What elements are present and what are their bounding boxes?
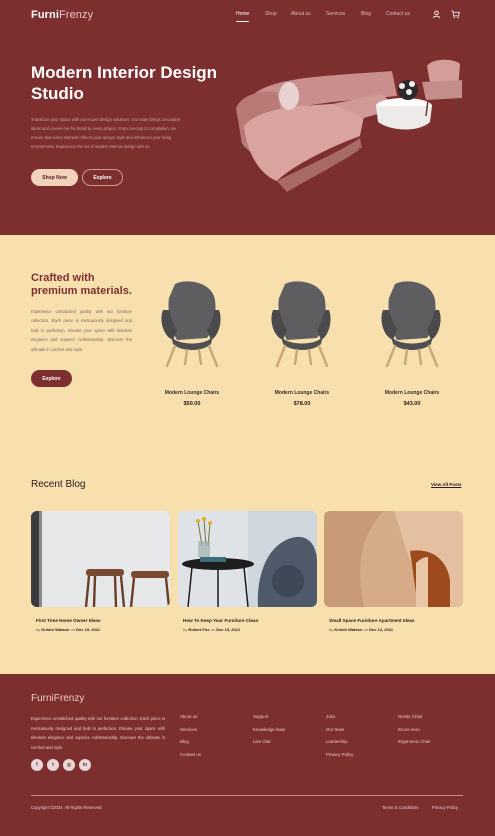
product-card[interactable]: Modern Lounge Chairs $78.00 bbox=[252, 280, 352, 407]
footer-link[interactable]: Leadership bbox=[326, 739, 353, 752]
footer: FurniFrenzy Experience unmatched quality… bbox=[0, 674, 495, 836]
footer-link[interactable]: Support bbox=[253, 714, 285, 727]
blog-post-title: Small Space Furniture Apartment Ideas bbox=[329, 618, 415, 623]
blog-post-title: How To Keep Your Furniture Clean bbox=[183, 618, 259, 623]
hero-description: Transform your space with our expert des… bbox=[31, 117, 181, 149]
products-explore-button[interactable]: Explore bbox=[31, 370, 72, 387]
products-heading: Crafted with premium materials. bbox=[31, 272, 132, 297]
twitter-icon[interactable]: t bbox=[47, 759, 59, 771]
view-all-posts-link[interactable]: View All Posts bbox=[431, 482, 462, 487]
blog-post-meta: by Kristin Watson on Dec 19, 2021 bbox=[36, 627, 101, 632]
product-card[interactable]: Modern Lounge Chairs $50.00 bbox=[142, 280, 242, 407]
footer-divider bbox=[31, 795, 463, 796]
product-card[interactable]: Modern Lounge Chairs $43.00 bbox=[362, 280, 462, 407]
footer-link[interactable]: Blog bbox=[180, 739, 201, 752]
product-name: Modern Lounge Chairs bbox=[384, 390, 440, 396]
footer-logo[interactable]: FurniFrenzy bbox=[31, 693, 84, 704]
cart-icon[interactable] bbox=[451, 10, 460, 19]
copyright-text: Copyright ©2024. All Rights Reserved. bbox=[31, 805, 103, 810]
product-price: $50.00 bbox=[183, 401, 201, 407]
footer-link[interactable]: Our team bbox=[326, 727, 353, 740]
products-section: Crafted with premium materials. Experien… bbox=[0, 235, 495, 674]
blog-post-title: First Time Home Owner Ideas bbox=[36, 618, 101, 623]
footer-links-col-3: Jobs Our team Leadership Privacy Policy bbox=[326, 714, 353, 764]
product-name: Modern Lounge Chairs bbox=[274, 390, 330, 396]
footer-link[interactable]: About us bbox=[180, 714, 201, 727]
nav-services[interactable]: Services bbox=[326, 11, 345, 17]
footer-description: Experience unmatched quality with our fu… bbox=[31, 716, 165, 750]
blog-post-image bbox=[31, 511, 171, 608]
footer-link[interactable]: Live chat bbox=[253, 739, 285, 752]
footer-link[interactable]: Nordic Chair bbox=[398, 714, 431, 727]
nav-active-underline bbox=[236, 21, 249, 22]
logo[interactable]: FurniFrenzy bbox=[31, 9, 93, 21]
footer-link[interactable]: Ergonomic Chair bbox=[398, 739, 431, 752]
blog-post-card[interactable]: How To Keep Your Furniture Clean by Robe… bbox=[178, 511, 317, 632]
nav-blog[interactable]: Blog bbox=[361, 11, 371, 17]
footer-link[interactable]: Services bbox=[180, 727, 201, 740]
product-price: $78.00 bbox=[293, 401, 311, 407]
nav-about[interactable]: About us bbox=[291, 11, 311, 17]
blog-post-card[interactable]: Small Space Furniture Apartment Ideas by… bbox=[324, 511, 463, 632]
privacy-link[interactable]: Privacy Policy bbox=[432, 805, 458, 810]
linkedin-icon[interactable]: in bbox=[79, 759, 91, 771]
lounge-chair-image bbox=[271, 281, 331, 368]
blog-heading: Recent Blog bbox=[31, 479, 86, 490]
footer-link[interactable]: Kruzo Aero bbox=[398, 727, 431, 740]
footer-links-col-4: Nordic Chair Kruzo Aero Ergonomic Chair bbox=[398, 714, 431, 752]
user-icon[interactable] bbox=[432, 10, 441, 19]
facebook-icon[interactable]: f bbox=[31, 759, 43, 771]
products-description: Experience unmatched quality with our fu… bbox=[31, 309, 132, 352]
blog-post-card[interactable]: First Time Home Owner Ideas by Kristin W… bbox=[31, 511, 171, 632]
hero-section: FurniFrenzy Home Shop About us Services … bbox=[0, 0, 495, 235]
instagram-icon[interactable]: ◎ bbox=[63, 759, 75, 771]
product-name: Modern Lounge Chairs bbox=[164, 390, 220, 396]
lounge-chair-image bbox=[381, 281, 441, 368]
footer-link[interactable]: Privacy Policy bbox=[326, 752, 353, 765]
hero-title: Modern Interior Design Studio bbox=[31, 63, 218, 103]
footer-link[interactable]: Knowledge base bbox=[253, 727, 285, 740]
footer-links-col-2: Support Knowledge base Live chat bbox=[253, 714, 285, 752]
blog-post-meta: by Kristin Watson on Dec 12, 2021 bbox=[329, 627, 394, 632]
blog-post-meta: by Robert Fox on Dec 15, 2021 bbox=[183, 627, 241, 632]
lounge-chair-image bbox=[161, 281, 221, 368]
shop-now-button[interactable]: Shop Now bbox=[31, 169, 78, 186]
hero-explore-button[interactable]: Explore bbox=[82, 169, 123, 186]
hero-sofa-image bbox=[236, 59, 462, 200]
nav-contact[interactable]: Contact us bbox=[386, 11, 410, 17]
terms-link[interactable]: Terms & Conditions bbox=[382, 805, 418, 810]
nav-shop[interactable]: Shop bbox=[265, 11, 277, 17]
product-price: $43.00 bbox=[403, 401, 421, 407]
footer-links-col-1: About us Services Blog Contact us bbox=[180, 714, 201, 764]
blog-post-image bbox=[178, 511, 317, 608]
blog-post-image bbox=[324, 511, 463, 607]
footer-link[interactable]: Jobs bbox=[326, 714, 353, 727]
footer-link[interactable]: Contact us bbox=[180, 752, 201, 765]
nav-home[interactable]: Home bbox=[236, 11, 249, 17]
